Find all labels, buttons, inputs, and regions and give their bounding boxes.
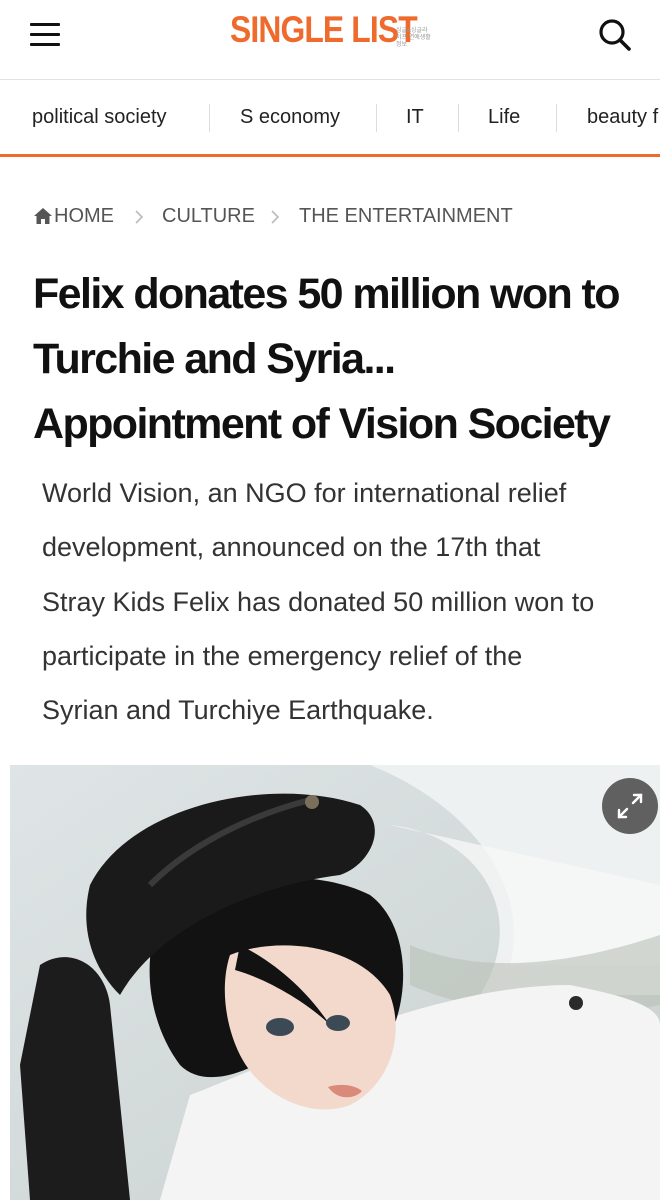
home-icon — [33, 207, 53, 225]
nav-item-political-society[interactable]: political society — [32, 80, 167, 154]
nav-item-life[interactable]: Life — [488, 80, 520, 154]
breadcrumb-culture[interactable]: CULTURE — [162, 203, 255, 229]
summary-line: development, announced on the 17th that — [42, 532, 541, 563]
summary-line: participate in the emergency relief of t… — [42, 640, 523, 671]
breadcrumb-home[interactable]: HOME — [54, 203, 114, 229]
breadcrumb-entertainment[interactable]: THE ENTERTAINMENT — [299, 203, 513, 229]
summary-line: Stray Kids Felix has donated 50 million … — [42, 586, 595, 617]
nav-item-beauty[interactable]: beauty f — [587, 80, 658, 154]
chevron-right-icon — [270, 208, 280, 224]
menu-line — [30, 23, 60, 26]
article-photo[interactable] — [10, 765, 660, 1200]
nav-item-it[interactable]: IT — [406, 80, 424, 154]
logo-text: SINGLE LIST — [230, 9, 418, 50]
nav-divider — [376, 104, 377, 132]
nav-divider — [556, 104, 557, 132]
article-summary: World Vision, an NGO for international r… — [42, 466, 642, 737]
summary-line: Syrian and Turchiye Earthquake. — [42, 695, 434, 726]
category-nav: political society S economy IT Life beau… — [0, 80, 660, 157]
article-title: Felix donates 50 million won to Turchie … — [33, 262, 643, 457]
nav-divider — [209, 104, 210, 132]
title-line: Appointment of Vision Society — [33, 400, 611, 448]
title-line: Turchie and Syria... — [33, 335, 396, 383]
logo-subtext: 싱글&싱글라이프 연예생활정보 — [396, 28, 431, 48]
summary-line: World Vision, an NGO for international r… — [42, 478, 567, 508]
nav-divider — [458, 104, 459, 132]
menu-line — [30, 33, 60, 36]
expand-icon[interactable] — [602, 778, 658, 834]
title-line: Felix donates 50 million won to — [33, 270, 621, 318]
chevron-right-icon — [134, 208, 144, 224]
hamburger-menu-icon[interactable] — [30, 23, 60, 47]
search-icon[interactable] — [596, 16, 634, 54]
site-header: SINGLE LIST 싱글&싱글라이프 연예생활정보 — [0, 0, 660, 80]
site-logo[interactable]: SINGLE LIST 싱글&싱글라이프 연예생활정보 — [230, 8, 447, 52]
nav-item-s-economy[interactable]: S economy — [240, 80, 340, 154]
menu-line — [30, 43, 60, 46]
